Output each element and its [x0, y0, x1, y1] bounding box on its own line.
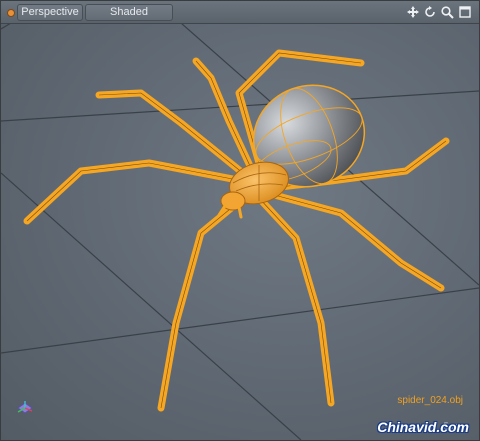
- object-filename: spider_024.obj: [397, 395, 463, 406]
- ground-grid: [1, 23, 479, 440]
- menu-dot-icon[interactable]: [7, 9, 15, 17]
- 3d-viewport[interactable]: spider_024.obj 5 cm: [1, 23, 479, 440]
- axis-gizmo-icon: [17, 401, 33, 414]
- maximize-icon[interactable]: [458, 5, 472, 19]
- view-mode-button[interactable]: Perspective: [17, 4, 83, 21]
- rotate-icon[interactable]: [423, 5, 437, 19]
- viewport-frame: Perspective Shaded spider_024.obj 5 cm C…: [0, 0, 480, 441]
- shading-mode-button[interactable]: Shaded: [85, 4, 173, 21]
- zoom-icon[interactable]: [440, 5, 454, 19]
- viewport-toolbar: Perspective Shaded: [1, 1, 479, 24]
- watermark-logo: Chinavid.com: [377, 419, 469, 435]
- move-icon[interactable]: [406, 5, 420, 19]
- scene-canvas: [1, 23, 479, 440]
